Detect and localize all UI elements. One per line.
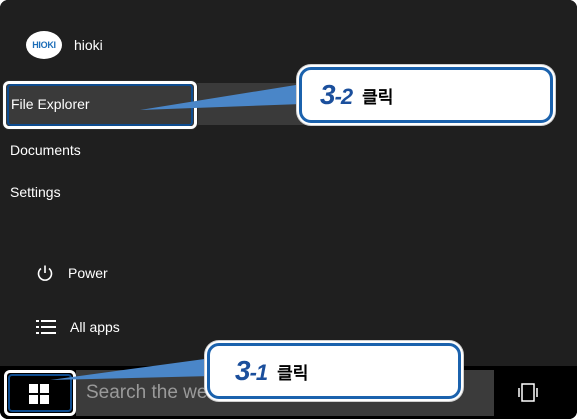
menu-item-power[interactable]: Power xyxy=(36,264,108,282)
menu-item-settings[interactable]: Settings xyxy=(10,184,61,200)
power-label: Power xyxy=(68,265,108,281)
step-sub: -2 xyxy=(334,84,354,109)
menu-item-documents[interactable]: Documents xyxy=(10,142,81,158)
step-sub: -1 xyxy=(249,360,269,385)
list-icon xyxy=(36,320,56,334)
task-view-icon[interactable] xyxy=(518,382,538,404)
windows-logo-icon xyxy=(29,384,49,404)
callout-step-number: 3-1 xyxy=(235,355,269,387)
all-apps-label: All apps xyxy=(70,319,120,335)
user-avatar: HIOKI xyxy=(26,31,62,59)
user-name: hioki xyxy=(74,37,103,53)
callout-action: 클릭 xyxy=(277,363,309,384)
callout-step-3-2: 3-2 클릭 xyxy=(299,67,553,123)
user-account[interactable]: HIOKI hioki xyxy=(26,30,103,60)
start-menu: HIOKI hioki File Explorer Documents Sett… xyxy=(0,0,577,366)
power-icon xyxy=(37,265,53,281)
step-main: 3 xyxy=(320,79,336,110)
callout-step-number: 3-2 xyxy=(320,79,354,111)
file-explorer-highlight-inner xyxy=(7,84,193,126)
step-main: 3 xyxy=(235,355,251,386)
menu-item-all-apps[interactable]: All apps xyxy=(36,319,120,335)
callout-action: 클릭 xyxy=(362,87,394,108)
callout-step-3-1: 3-1 클릭 xyxy=(207,343,461,399)
